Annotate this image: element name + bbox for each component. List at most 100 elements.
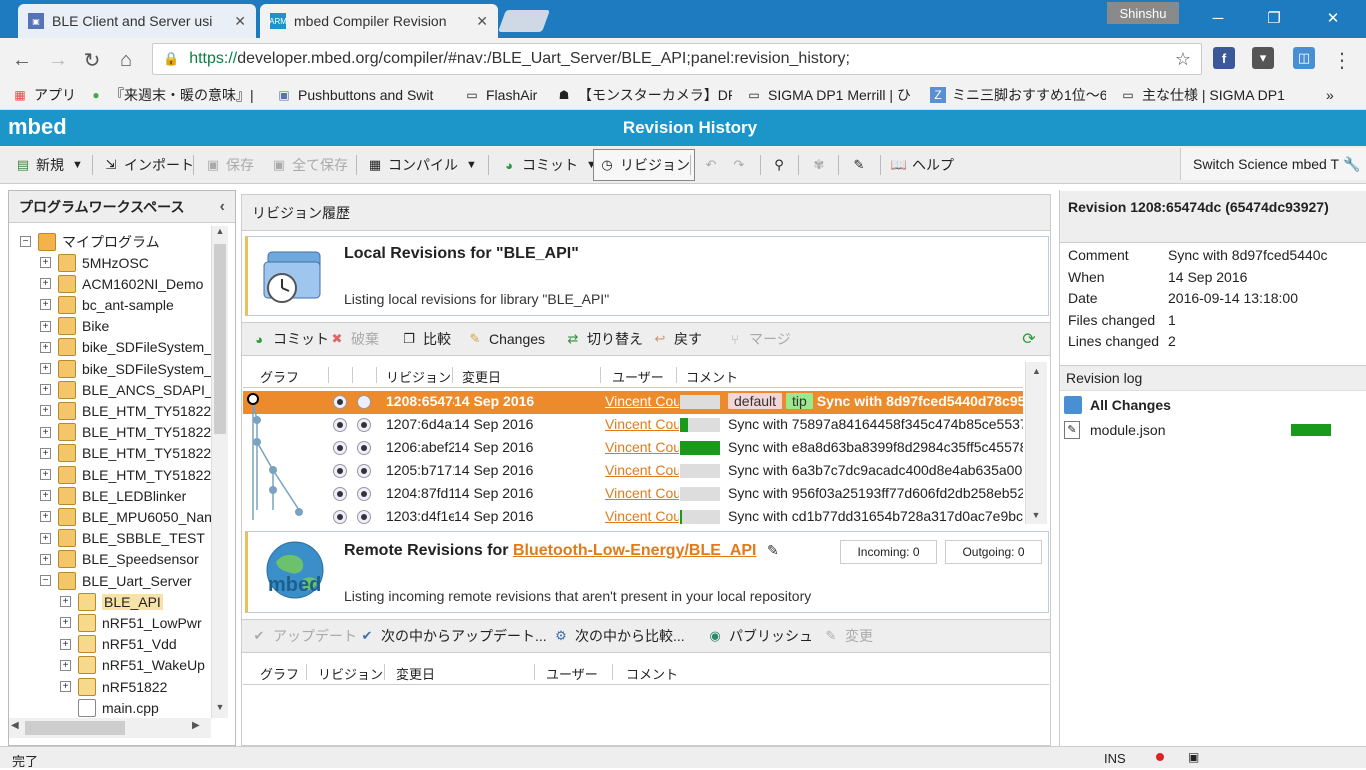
tree-item[interactable]: + bc_ant-sample <box>40 294 211 315</box>
revision-user-link[interactable]: Vincent Coubard <box>605 439 679 455</box>
remote-col-user[interactable]: ユーザー <box>546 664 598 683</box>
discard-action-button[interactable]: ✖ 破棄 <box>328 327 379 351</box>
remote-col-comment[interactable]: コメント <box>626 664 678 683</box>
expand-icon[interactable]: + <box>40 341 51 353</box>
expand-icon[interactable]: + <box>40 447 51 459</box>
collapse-icon[interactable]: − <box>20 236 31 247</box>
compare-to-radio[interactable] <box>357 464 371 478</box>
expand-icon[interactable]: + <box>40 299 51 311</box>
compare-to-radio[interactable] <box>357 510 371 524</box>
help-button[interactable]: 📖 ヘルプ <box>886 150 958 180</box>
tree-item[interactable]: + nRF51_WakeUp <box>60 655 211 676</box>
collapse-panel-icon[interactable]: ‹ <box>220 198 225 216</box>
bookmark-item[interactable]: Z ミニ三脚おすすめ1位〜6 <box>930 84 1106 106</box>
back-icon[interactable]: ← <box>8 46 36 74</box>
undo-button[interactable]: ↶ <box>698 150 728 180</box>
scroll-up-icon[interactable]: ▲ <box>1026 366 1047 376</box>
browser-tab-ble-client[interactable]: ▣ BLE Client and Server usi ✕ <box>18 4 256 38</box>
compare-from-button[interactable]: ⚙ 次の中から比較... <box>552 624 685 648</box>
edit-pencil-icon[interactable]: ✎ <box>767 542 779 558</box>
bookmark-item[interactable]: ☗【モンスターカメラ】DP Me <box>556 84 732 106</box>
col-comment[interactable]: コメント <box>686 367 738 386</box>
col-graph[interactable]: グラフ <box>260 367 299 386</box>
bookmark-item[interactable]: ● 『来週末・暖の意味』| <box>88 84 260 106</box>
expand-icon[interactable]: + <box>40 405 51 417</box>
scroll-up-icon[interactable]: ▲ <box>212 226 228 242</box>
expand-icon[interactable]: + <box>40 363 51 374</box>
revision-row[interactable]: 1207:6d4a1c5f14 Sep 2016 Vincent Coubard S… <box>243 414 1023 437</box>
tree-item[interactable]: + BLE_SBBLE_TEST <box>40 528 211 549</box>
compare-to-radio[interactable] <box>357 395 371 409</box>
switch-science-menu[interactable]: Switch Science mbed T 🔧 <box>1180 148 1366 180</box>
col-revision[interactable]: リビジョン <box>386 367 451 386</box>
compare-to-radio[interactable] <box>357 441 371 455</box>
tree-item[interactable]: + BLE_API <box>60 591 211 612</box>
publish-button[interactable]: ◉ パブリッシュ <box>706 624 813 648</box>
maximize-icon[interactable]: ❐ <box>1251 4 1297 32</box>
compare-from-radio[interactable] <box>333 395 347 409</box>
revision-user-link[interactable]: Vincent Coubard <box>605 485 679 501</box>
wand-button[interactable]: ✎ <box>846 150 876 180</box>
revision-row[interactable]: 1205:b717123414 Sep 2016 Vincent Coubard S… <box>243 460 1023 483</box>
bookmark-apps[interactable]: ▦ アプリ <box>12 84 82 106</box>
tree-item[interactable]: + BLE_HTM_TY51822I <box>40 422 211 443</box>
expand-icon[interactable]: + <box>60 638 71 650</box>
save-button[interactable]: ▣ 保存 <box>200 150 258 180</box>
close-window-icon[interactable]: ✕ <box>1310 4 1356 32</box>
menu-icon[interactable]: ⋮ <box>1328 46 1356 74</box>
change-button[interactable]: ✎ 変更 <box>822 624 873 648</box>
forward-icon[interactable]: → <box>44 46 72 74</box>
revision-row[interactable]: 1206:abef2ff314 Sep 2016 Vincent Coubard S… <box>243 437 1023 460</box>
compare-from-radio[interactable] <box>333 464 347 478</box>
expand-icon[interactable]: + <box>40 320 51 332</box>
commit-action-button[interactable]: ◕ コミット <box>250 327 329 351</box>
facebook-icon[interactable]: f <box>1213 47 1235 69</box>
scroll-left-icon[interactable]: ◀ <box>11 720 19 731</box>
scroll-right-icon[interactable]: ▶ <box>192 720 200 731</box>
bookmark-item[interactable]: ▭ SIGMA DP1 Merrill | ひ <box>746 84 914 106</box>
expand-icon[interactable]: + <box>40 553 51 565</box>
chevron-down-icon[interactable]: ▼ <box>72 159 83 171</box>
close-tab-icon[interactable]: ✕ <box>234 13 246 30</box>
import-button[interactable]: ⇲ インポート <box>98 150 198 180</box>
reload-icon[interactable]: ↻ <box>78 46 106 74</box>
tree-item[interactable]: main.cpp <box>60 697 211 718</box>
revision-list-scrollbar[interactable]: ▲ ▼ <box>1025 362 1047 524</box>
revision-user-link[interactable]: Vincent Coubard <box>605 416 679 432</box>
vertical-scrollbar[interactable]: ▲ ▼ <box>211 226 228 718</box>
expand-icon[interactable]: + <box>60 596 71 608</box>
switch-action-button[interactable]: ⇄ 切り替え <box>564 327 643 351</box>
revision-user-link[interactable]: Vincent Coubard <box>605 462 679 478</box>
remote-col-date[interactable]: 変更日 <box>396 664 435 683</box>
tree-item[interactable]: + BLE_Speedsensor <box>40 549 211 570</box>
update-button[interactable]: ✔ アップデート <box>250 624 357 648</box>
tree-item[interactable]: + ACM1602NI_Demo <box>40 273 211 294</box>
expand-icon[interactable]: + <box>40 278 51 290</box>
tree-item[interactable]: + bike_SDFileSystem_I <box>40 358 211 379</box>
chevron-down-icon[interactable]: ▼ <box>466 159 477 171</box>
profile-button[interactable]: Shinshu <box>1107 2 1179 24</box>
tree-root[interactable]: − マイプログラム <box>20 231 210 252</box>
remote-col-revision[interactable]: リビジョン <box>318 664 383 683</box>
col-date[interactable]: 変更日 <box>462 367 501 386</box>
new-tab-button[interactable] <box>497 10 551 32</box>
expand-icon[interactable]: + <box>40 426 51 438</box>
compare-action-button[interactable]: ❐ 比較 <box>400 327 451 351</box>
minimize-icon[interactable]: ─ <box>1195 4 1241 32</box>
tree-item[interactable]: + BLE_LEDBlinker <box>40 485 211 506</box>
all-changes-item[interactable]: All Changes <box>1064 395 1171 415</box>
revision-user-link[interactable]: Vincent Coubard <box>605 393 679 409</box>
horizontal-scrollbar[interactable]: ◀ ▶ <box>9 718 211 738</box>
compare-from-radio[interactable] <box>333 441 347 455</box>
collapse-icon[interactable]: − <box>40 575 51 586</box>
tree-item[interactable]: +5MHzOSC <box>40 252 211 273</box>
home-icon[interactable]: ⌂ <box>112 46 140 74</box>
new-button[interactable]: ▤ 新規 ▼ <box>10 150 87 180</box>
tree-item[interactable]: + nRF51822 <box>60 676 211 697</box>
bookmark-star-icon[interactable]: ☆ <box>1175 49 1191 70</box>
expand-icon[interactable]: + <box>40 511 51 523</box>
revision-row[interactable]: 1208:65474dc9392714 Sep 2016 Vincent Coub… <box>243 391 1023 414</box>
expand-icon[interactable]: + <box>40 257 51 268</box>
compare-from-radio[interactable] <box>333 510 347 524</box>
commit-button[interactable]: ◕ コミット ▼ <box>496 150 601 180</box>
